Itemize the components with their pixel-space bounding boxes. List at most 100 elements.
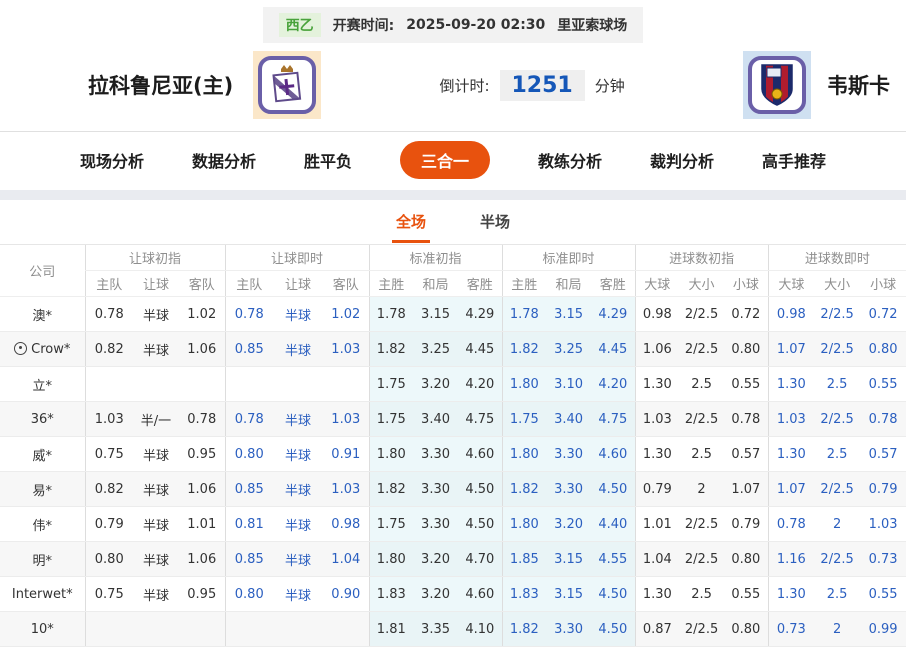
odds-cell-standard-live-1[interactable]: 3.30 — [546, 612, 591, 647]
odds-cell-standard-live-0[interactable]: 1.80 — [502, 367, 546, 402]
odds-cell-goals-live-2[interactable]: 0.72 — [860, 297, 906, 332]
odds-cell-standard-live-1[interactable]: 3.30 — [546, 472, 591, 507]
odds-cell-handicap-live-2[interactable]: 0.90 — [323, 577, 369, 612]
odds-cell-standard-live-0[interactable]: 1.80 — [502, 507, 546, 542]
odds-cell-standard-live-0[interactable]: 1.75 — [502, 402, 546, 437]
odds-cell-goals-live-1[interactable]: 2/2.5 — [814, 297, 860, 332]
odds-cell-handicap-live-0[interactable]: 0.80 — [225, 437, 273, 472]
odds-cell-standard-live-2[interactable]: 4.75 — [591, 402, 635, 437]
nav-tab-data-analysis[interactable]: 数据分析 — [192, 142, 256, 178]
odds-cell-standard-live-0[interactable]: 1.82 — [502, 612, 546, 647]
odds-cell-goals-live-0[interactable]: 1.30 — [768, 437, 814, 472]
odds-cell-goals-live-0[interactable]: 1.03 — [768, 402, 814, 437]
odds-cell-goals-live-2[interactable]: 0.79 — [860, 472, 906, 507]
odds-cell-standard-live-0[interactable]: 1.78 — [502, 297, 546, 332]
odds-cell-goals-live-2[interactable]: 0.55 — [860, 367, 906, 402]
odds-cell-goals-live-0[interactable]: 1.30 — [768, 367, 814, 402]
table-row: 澳*0.78半球1.020.78半球1.021.783.154.291.783.… — [0, 297, 906, 332]
odds-cell-standard-live-0[interactable]: 1.82 — [502, 332, 546, 367]
odds-cell-standard-live-2[interactable]: 4.50 — [591, 577, 635, 612]
odds-cell-goals-live-2[interactable]: 0.78 — [860, 402, 906, 437]
odds-cell-standard-live-2[interactable]: 4.40 — [591, 507, 635, 542]
odds-cell-goals-live-1[interactable]: 2.5 — [814, 437, 860, 472]
odds-cell-goals-live-0[interactable]: 1.30 — [768, 577, 814, 612]
odds-cell-handicap-live-1[interactable]: 半球 — [273, 472, 323, 507]
odds-cell-handicap-live-1[interactable]: 半球 — [273, 297, 323, 332]
odds-cell-goals-live-2[interactable]: 0.80 — [860, 332, 906, 367]
kickoff-label: 开赛时间: — [333, 15, 395, 35]
odds-cell-goals-live-2[interactable]: 0.73 — [860, 542, 906, 577]
odds-cell-handicap-live-2[interactable]: 0.91 — [323, 437, 369, 472]
odds-cell-handicap-live-0[interactable]: 0.85 — [225, 472, 273, 507]
odds-cell-handicap-live-2[interactable]: 1.03 — [323, 332, 369, 367]
odds-cell-goals-live-1[interactable]: 2/2.5 — [814, 402, 860, 437]
odds-cell-goals-live-2[interactable]: 0.57 — [860, 437, 906, 472]
odds-cell-standard-live-1[interactable]: 3.30 — [546, 437, 591, 472]
nav-tab-coach-analysis[interactable]: 教练分析 — [538, 142, 602, 178]
odds-cell-standard-live-2[interactable]: 4.60 — [591, 437, 635, 472]
odds-cell-goals-live-1[interactable]: 2.5 — [814, 367, 860, 402]
odds-cell-handicap-live-0[interactable]: 0.78 — [225, 297, 273, 332]
odds-cell-standard-live-2[interactable]: 4.55 — [591, 542, 635, 577]
odds-cell-goals-live-0[interactable]: 1.07 — [768, 472, 814, 507]
odds-cell-standard-live-1[interactable]: 3.15 — [546, 297, 591, 332]
odds-cell-standard-live-2[interactable]: 4.45 — [591, 332, 635, 367]
odds-cell-goals-live-2[interactable]: 1.03 — [860, 507, 906, 542]
odds-cell-goals-live-2[interactable]: 0.55 — [860, 577, 906, 612]
subtab-half-match[interactable]: 半场 — [476, 211, 514, 243]
column-header-standard-live-2: 客胜 — [591, 271, 635, 297]
odds-cell-goals-initial-1: 2/2.5 — [679, 297, 724, 332]
odds-cell-handicap-live-1[interactable]: 半球 — [273, 542, 323, 577]
subtab-full-match[interactable]: 全场 — [392, 211, 430, 243]
nav-tab-win-draw-lose[interactable]: 胜平负 — [304, 142, 352, 178]
odds-cell-standard-live-2[interactable]: 4.29 — [591, 297, 635, 332]
odds-cell-handicap-live-2[interactable]: 1.03 — [323, 472, 369, 507]
company-cell: 伟* — [0, 507, 85, 542]
odds-cell-goals-live-1[interactable]: 2 — [814, 507, 860, 542]
odds-cell-handicap-live-1[interactable]: 半球 — [273, 402, 323, 437]
nav-tab-referee-analysis[interactable]: 裁判分析 — [650, 142, 714, 178]
odds-cell-handicap-live-1[interactable]: 半球 — [273, 437, 323, 472]
odds-cell-goals-live-1[interactable]: 2/2.5 — [814, 542, 860, 577]
odds-cell-handicap-live-0[interactable]: 0.85 — [225, 542, 273, 577]
odds-cell-goals-live-0[interactable]: 0.78 — [768, 507, 814, 542]
odds-cell-handicap-live-2[interactable]: 1.02 — [323, 297, 369, 332]
odds-cell-handicap-live-0[interactable]: 0.78 — [225, 402, 273, 437]
odds-cell-handicap-live-1[interactable]: 半球 — [273, 577, 323, 612]
odds-cell-handicap-live-2[interactable]: 0.98 — [323, 507, 369, 542]
odds-cell-standard-live-0[interactable]: 1.82 — [502, 472, 546, 507]
odds-cell-standard-live-1[interactable]: 3.15 — [546, 542, 591, 577]
odds-cell-goals-live-0[interactable]: 0.98 — [768, 297, 814, 332]
odds-cell-standard-live-1[interactable]: 3.25 — [546, 332, 591, 367]
odds-cell-standard-live-1[interactable]: 3.10 — [546, 367, 591, 402]
nav-tab-live-analysis[interactable]: 现场分析 — [80, 142, 144, 178]
odds-cell-handicap-live-1[interactable]: 半球 — [273, 332, 323, 367]
nav-tab-three-in-one[interactable]: 三合一 — [400, 141, 490, 179]
odds-cell-goals-live-1[interactable]: 2/2.5 — [814, 332, 860, 367]
odds-cell-handicap-live-2[interactable]: 1.03 — [323, 402, 369, 437]
odds-cell-standard-live-1[interactable]: 3.15 — [546, 577, 591, 612]
odds-cell-handicap-live-1[interactable]: 半球 — [273, 507, 323, 542]
odds-cell-standard-live-2[interactable]: 4.20 — [591, 367, 635, 402]
odds-cell-standard-live-0[interactable]: 1.80 — [502, 437, 546, 472]
odds-cell-goals-live-1[interactable]: 2 — [814, 612, 860, 647]
odds-cell-standard-live-1[interactable]: 3.40 — [546, 402, 591, 437]
odds-cell-standard-live-1[interactable]: 3.20 — [546, 507, 591, 542]
odds-cell-goals-live-2[interactable]: 0.99 — [860, 612, 906, 647]
odds-cell-goals-live-0[interactable]: 0.73 — [768, 612, 814, 647]
nav-tab-expert-picks[interactable]: 高手推荐 — [762, 142, 826, 178]
odds-cell-standard-live-2[interactable]: 4.50 — [591, 612, 635, 647]
odds-cell-handicap-live-0[interactable]: 0.85 — [225, 332, 273, 367]
odds-cell-goals-live-1[interactable]: 2.5 — [814, 577, 860, 612]
home-team-name: 拉科鲁尼亚(主) — [88, 70, 233, 100]
column-header-standard-initial-1: 和局 — [413, 271, 458, 297]
odds-cell-standard-live-2[interactable]: 4.50 — [591, 472, 635, 507]
odds-cell-standard-live-0[interactable]: 1.83 — [502, 577, 546, 612]
odds-cell-standard-live-0[interactable]: 1.85 — [502, 542, 546, 577]
odds-cell-goals-live-1[interactable]: 2/2.5 — [814, 472, 860, 507]
odds-cell-handicap-live-2[interactable]: 1.04 — [323, 542, 369, 577]
odds-cell-goals-live-0[interactable]: 1.16 — [768, 542, 814, 577]
odds-cell-handicap-live-0[interactable]: 0.81 — [225, 507, 273, 542]
odds-cell-goals-live-0[interactable]: 1.07 — [768, 332, 814, 367]
odds-cell-handicap-live-0[interactable]: 0.80 — [225, 577, 273, 612]
